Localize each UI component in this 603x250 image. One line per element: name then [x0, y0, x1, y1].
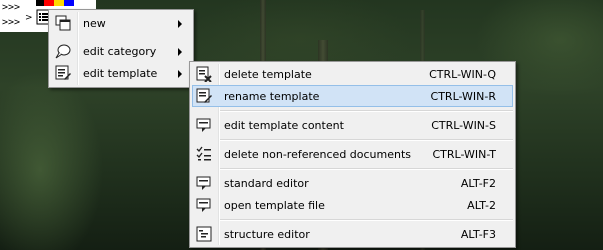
- menu-item-label: new: [83, 17, 106, 30]
- shortcut-label: CTRL-WIN-R: [430, 90, 496, 103]
- menu-item-label: delete template: [224, 68, 312, 81]
- submenu-arrow-icon: [178, 70, 182, 78]
- expand-chevron[interactable]: >>>: [2, 17, 20, 28]
- delete-template-icon: [196, 66, 212, 82]
- submenu-arrow-icon: [178, 48, 182, 56]
- menu-item-structure-editor[interactable]: structure editor ALT-F3: [192, 223, 513, 245]
- shortcut-label: CTRL-WIN-S: [431, 119, 496, 132]
- menu-item-edit-template[interactable]: edit template: [51, 62, 191, 84]
- menu-separator: [220, 110, 513, 112]
- edit-content-icon: [196, 118, 211, 132]
- structure-editor-icon: [196, 226, 212, 242]
- menu-item-edit-template-content[interactable]: edit template content CTRL-WIN-S: [192, 114, 513, 136]
- expand-chevron[interactable]: >>>: [2, 2, 20, 13]
- menu-item-label: structure editor: [224, 228, 310, 241]
- menu-separator: [220, 219, 513, 221]
- menu-item-label: edit category: [83, 45, 157, 58]
- shortcut-label: ALT-2: [467, 199, 496, 212]
- menu-item-label: edit template content: [224, 119, 344, 132]
- window-icon: [55, 15, 71, 31]
- template-edit-icon: [55, 65, 71, 80]
- menu-separator: [220, 139, 513, 141]
- menu-item-label: edit template: [83, 67, 158, 80]
- color-swatch: [54, 0, 64, 6]
- submenu-arrow-icon: [178, 20, 182, 28]
- menu-item-label: standard editor: [224, 177, 309, 190]
- menu-item-label: rename template: [224, 90, 320, 103]
- standard-editor-icon: [196, 176, 211, 190]
- menu-item-edit-category[interactable]: edit category: [51, 40, 191, 62]
- color-swatch: [36, 0, 44, 6]
- checklist-icon: [196, 146, 211, 161]
- menu-item-standard-editor[interactable]: standard editor ALT-F2: [192, 172, 513, 194]
- color-swatch: [64, 0, 74, 6]
- rename-template-icon: [196, 88, 212, 103]
- color-swatch: [44, 0, 54, 6]
- menu-item-label: open template file: [224, 199, 325, 212]
- menu-item-new[interactable]: new: [51, 12, 191, 34]
- menu-item-delete-non-referenced[interactable]: delete non-referenced documents CTRL-WIN…: [192, 143, 513, 165]
- menu-separator: [220, 168, 513, 170]
- shortcut-label: ALT-F3: [460, 228, 496, 241]
- open-file-icon: [196, 198, 211, 212]
- edit-template-submenu: delete template CTRL-WIN-Q rename templa…: [189, 61, 516, 248]
- shortcut-label: CTRL-WIN-T: [432, 148, 496, 161]
- caret-icon: >: [25, 13, 33, 23]
- shortcut-label: ALT-F2: [460, 177, 496, 190]
- shortcut-label: CTRL-WIN-Q: [429, 68, 496, 81]
- menu-item-rename-template[interactable]: rename template CTRL-WIN-R: [192, 85, 513, 107]
- menu-item-open-template-file[interactable]: open template file ALT-2: [192, 194, 513, 216]
- speech-bubble-icon: [55, 44, 71, 59]
- main-context-menu: new edit category edit template: [48, 9, 194, 88]
- menu-item-delete-template[interactable]: delete template CTRL-WIN-Q: [192, 63, 513, 85]
- menu-item-label: delete non-referenced documents: [224, 148, 412, 161]
